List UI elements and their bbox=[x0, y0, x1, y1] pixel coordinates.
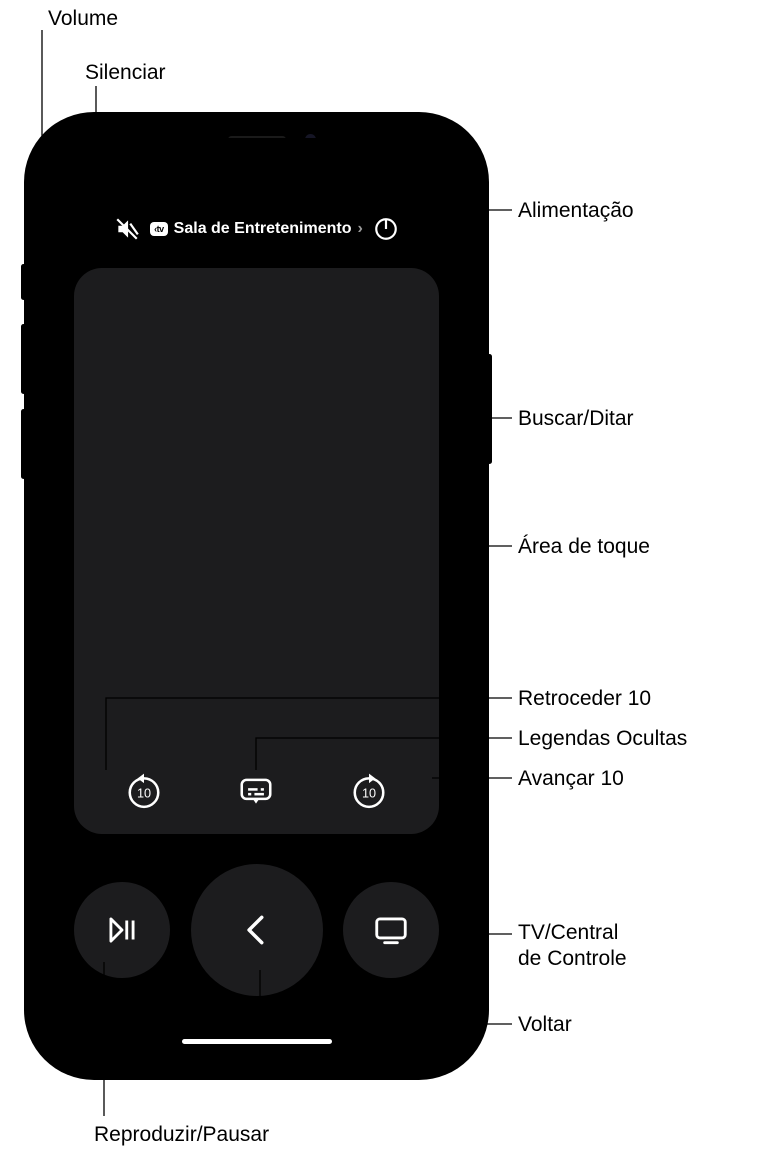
leader-lines bbox=[0, 0, 761, 1165]
